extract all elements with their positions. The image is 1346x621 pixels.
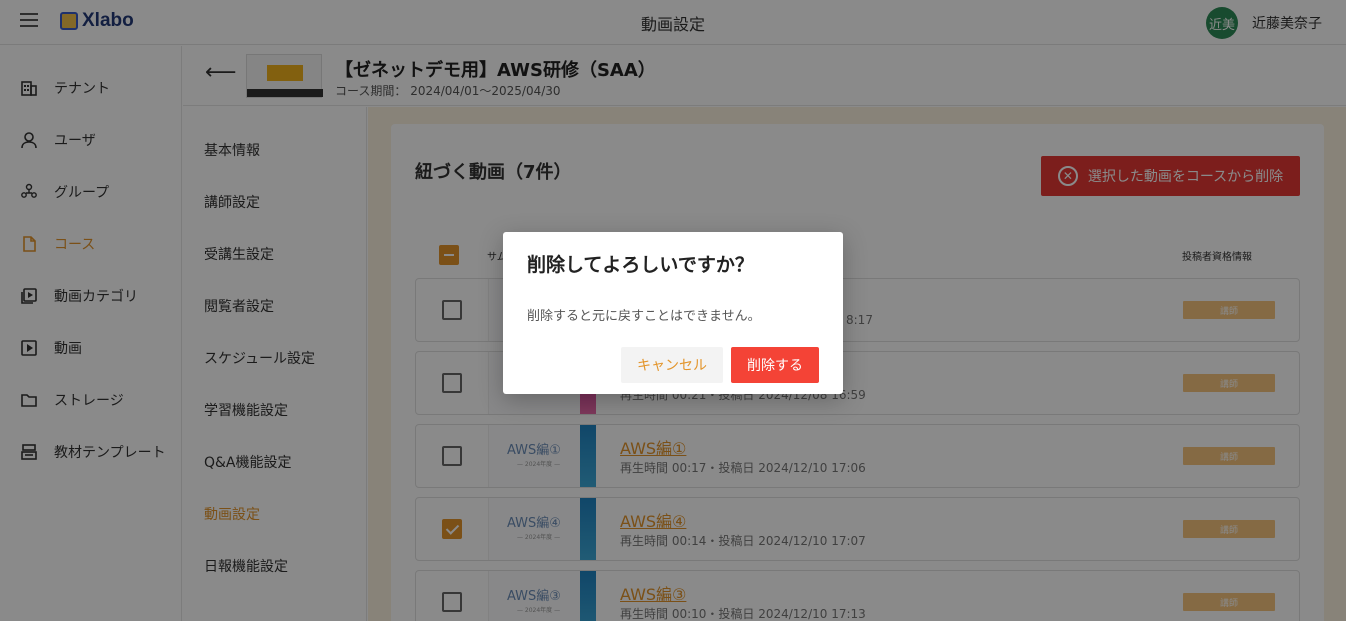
cancel-button[interactable]: キャンセル — [621, 347, 723, 383]
dialog-message: 削除すると元に戻すことはできません。 — [527, 309, 761, 324]
dialog-title: 削除してよろしいですか？ — [527, 254, 754, 276]
confirm-delete-dialog: 削除してよろしいですか？ 削除すると元に戻すことはできません。 キャンセル 削除… — [503, 232, 843, 394]
confirm-delete-button[interactable]: 削除する — [731, 347, 819, 383]
